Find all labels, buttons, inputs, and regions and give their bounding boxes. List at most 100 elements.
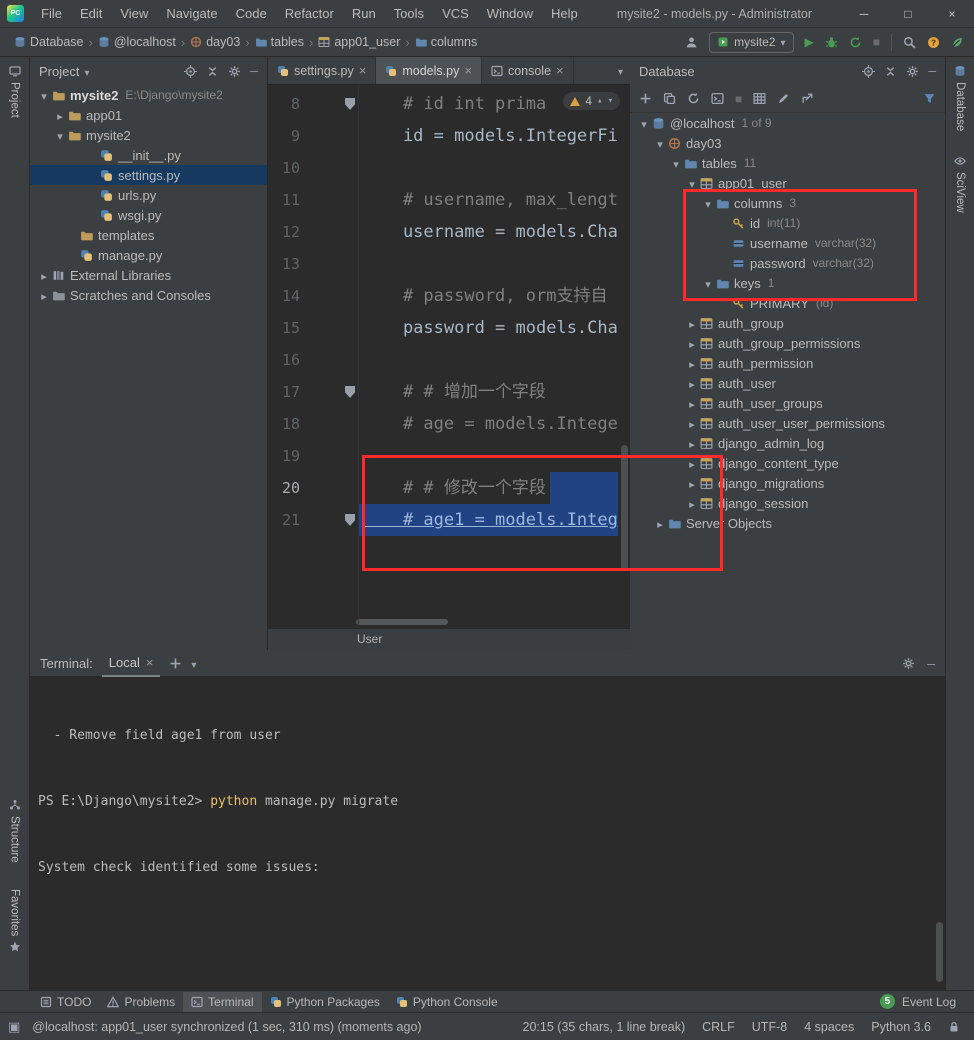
project-item-manage-py[interactable]: manage.py <box>30 245 267 265</box>
close-icon[interactable] <box>464 63 472 78</box>
breadcrumb-class-name[interactable]: User <box>357 632 382 646</box>
hide-terminal-button[interactable] <box>927 656 935 671</box>
toolwindow-switcher-icon[interactable] <box>8 1019 20 1035</box>
db-item-localhost[interactable]: @localhost1 of 9 <box>630 113 945 133</box>
debug-button[interactable] <box>825 36 838 49</box>
db-item-column-username[interactable]: username varchar(32) <box>630 233 945 253</box>
minimize-button[interactable]: ─ <box>842 0 886 28</box>
help-icon[interactable] <box>927 36 940 49</box>
project-item-app01[interactable]: app01 <box>30 105 267 125</box>
db-item-day03[interactable]: day03 <box>630 133 945 153</box>
project-item-root-mysite2[interactable]: mysite2E:\Django\mysite2 <box>30 85 267 105</box>
add-datasource-button[interactable] <box>639 92 652 105</box>
chevron-right-icon[interactable] <box>36 288 52 303</box>
chevron-down-icon[interactable] <box>684 176 700 191</box>
chevron-right-icon[interactable] <box>652 516 668 531</box>
tab-models-py[interactable]: models.py <box>376 57 482 84</box>
todo-button[interactable]: TODO <box>32 992 99 1012</box>
search-everywhere-button[interactable] <box>903 36 916 49</box>
close-icon[interactable] <box>359 63 367 78</box>
tab-console[interactable]: console <box>482 57 574 84</box>
db-item-keys[interactable]: keys1 <box>630 273 945 293</box>
chevron-down-icon[interactable] <box>36 88 52 103</box>
code-line[interactable]: 11 # username, max_lengt <box>268 184 630 216</box>
locate-file-button[interactable] <box>184 65 197 78</box>
menu-item-refactor[interactable]: Refactor <box>276 0 343 27</box>
submit-button[interactable] <box>801 92 814 105</box>
code-line[interactable]: 14 # password, orm支持自 <box>268 280 630 312</box>
locate-object-button[interactable] <box>862 65 875 78</box>
db-item-column-password[interactable]: password varchar(32) <box>630 253 945 273</box>
menu-item-file[interactable]: File <box>32 0 71 27</box>
menu-item-view[interactable]: View <box>111 0 157 27</box>
chevron-right-icon[interactable] <box>684 316 700 331</box>
project-item-urls-py[interactable]: urls.py <box>30 185 267 205</box>
chevron-right-icon[interactable] <box>684 496 700 511</box>
code-line[interactable]: 13 <box>268 248 630 280</box>
db-item-auth-user-groups[interactable]: auth_user_groups <box>630 393 945 413</box>
chevron-down-icon[interactable] <box>668 156 684 171</box>
code-line[interactable]: 15 password = models.Cha <box>268 312 630 344</box>
tab-settings-py[interactable]: settings.py <box>268 57 377 84</box>
db-item-auth-permission[interactable]: auth_permission <box>630 353 945 373</box>
close-button[interactable]: × <box>930 0 974 28</box>
code-line[interactable]: 17 # # 增加一个字段 <box>268 376 630 408</box>
code-line[interactable]: 9 id = models.IntegerFi <box>268 120 630 152</box>
stripe-button-database[interactable]: Database <box>946 65 974 131</box>
chevron-down-icon[interactable] <box>636 116 652 131</box>
maximize-button[interactable]: □ <box>886 0 930 28</box>
stop-button[interactable] <box>873 33 880 51</box>
project-item-templates[interactable]: templates <box>30 225 267 245</box>
menu-item-help[interactable]: Help <box>542 0 587 27</box>
db-item-auth-user-user-permissions[interactable]: auth_user_user_permissions <box>630 413 945 433</box>
run-configuration-selector[interactable]: mysite2 <box>709 31 794 53</box>
chevron-right-icon[interactable] <box>684 376 700 391</box>
chevron-down-icon[interactable] <box>700 276 716 291</box>
next-warning-icon[interactable] <box>608 96 613 106</box>
code-line[interactable]: 19 <box>268 440 630 472</box>
db-item-app01-user[interactable]: app01_user <box>630 173 945 193</box>
code-line[interactable]: 18 # age = models.Intege <box>268 408 630 440</box>
db-item-auth-user[interactable]: auth_user <box>630 373 945 393</box>
line-separator-indicator[interactable]: CRLF <box>702 1020 735 1034</box>
close-icon[interactable] <box>556 63 564 78</box>
hide-panel-button[interactable] <box>250 64 258 78</box>
close-icon[interactable] <box>146 655 154 670</box>
settings-gear-icon[interactable] <box>228 65 241 78</box>
new-terminal-session-button[interactable] <box>169 657 182 670</box>
menu-item-run[interactable]: Run <box>343 0 385 27</box>
indent-indicator[interactable]: 4 spaces <box>804 1020 854 1034</box>
db-item-django-content-type[interactable]: django_content_type <box>630 453 945 473</box>
chevron-down-icon[interactable] <box>652 136 668 151</box>
breadcrumb-item-app01-user[interactable]: app01_user <box>318 35 400 49</box>
chevron-down-icon[interactable] <box>84 64 89 79</box>
python-console-button[interactable]: Python Console <box>388 992 506 1012</box>
chevron-right-icon[interactable] <box>52 108 68 123</box>
python-packages-button[interactable]: Python Packages <box>262 992 388 1012</box>
terminal-settings-gear-icon[interactable] <box>902 657 915 670</box>
view-data-button[interactable] <box>753 92 766 105</box>
db-item-tables[interactable]: tables11 <box>630 153 945 173</box>
db-item-auth-group-permissions[interactable]: auth_group_permissions <box>630 333 945 353</box>
chevron-down-icon[interactable] <box>191 656 196 671</box>
db-item-django-admin-log[interactable]: django_admin_log <box>630 433 945 453</box>
previous-warning-icon[interactable] <box>597 96 602 106</box>
db-item-django-migrations[interactable]: django_migrations <box>630 473 945 493</box>
stripe-button-sciview[interactable]: SciView <box>946 155 974 213</box>
editor-vertical-scrollbar[interactable] <box>621 445 628 570</box>
project-item-wsgi-py[interactable]: wsgi.py <box>30 205 267 225</box>
query-console-button[interactable] <box>711 92 724 105</box>
chevron-right-icon[interactable] <box>684 336 700 351</box>
chevron-down-icon[interactable] <box>700 196 716 211</box>
problems-button[interactable]: Problems <box>99 992 183 1012</box>
breadcrumb-item-tables[interactable]: tables <box>255 35 304 49</box>
stripe-button-structure[interactable]: Structure <box>0 799 29 863</box>
lock-icon[interactable] <box>948 1021 960 1033</box>
refresh-button[interactable] <box>687 92 700 105</box>
chevron-right-icon[interactable] <box>684 456 700 471</box>
project-item-external-libraries[interactable]: External Libraries <box>30 265 267 285</box>
project-item-mysite2-package[interactable]: mysite2 <box>30 125 267 145</box>
stripe-button-favorites[interactable]: Favorites <box>0 889 29 953</box>
filter-icon[interactable] <box>923 92 936 105</box>
db-item-columns[interactable]: columns3 <box>630 193 945 213</box>
